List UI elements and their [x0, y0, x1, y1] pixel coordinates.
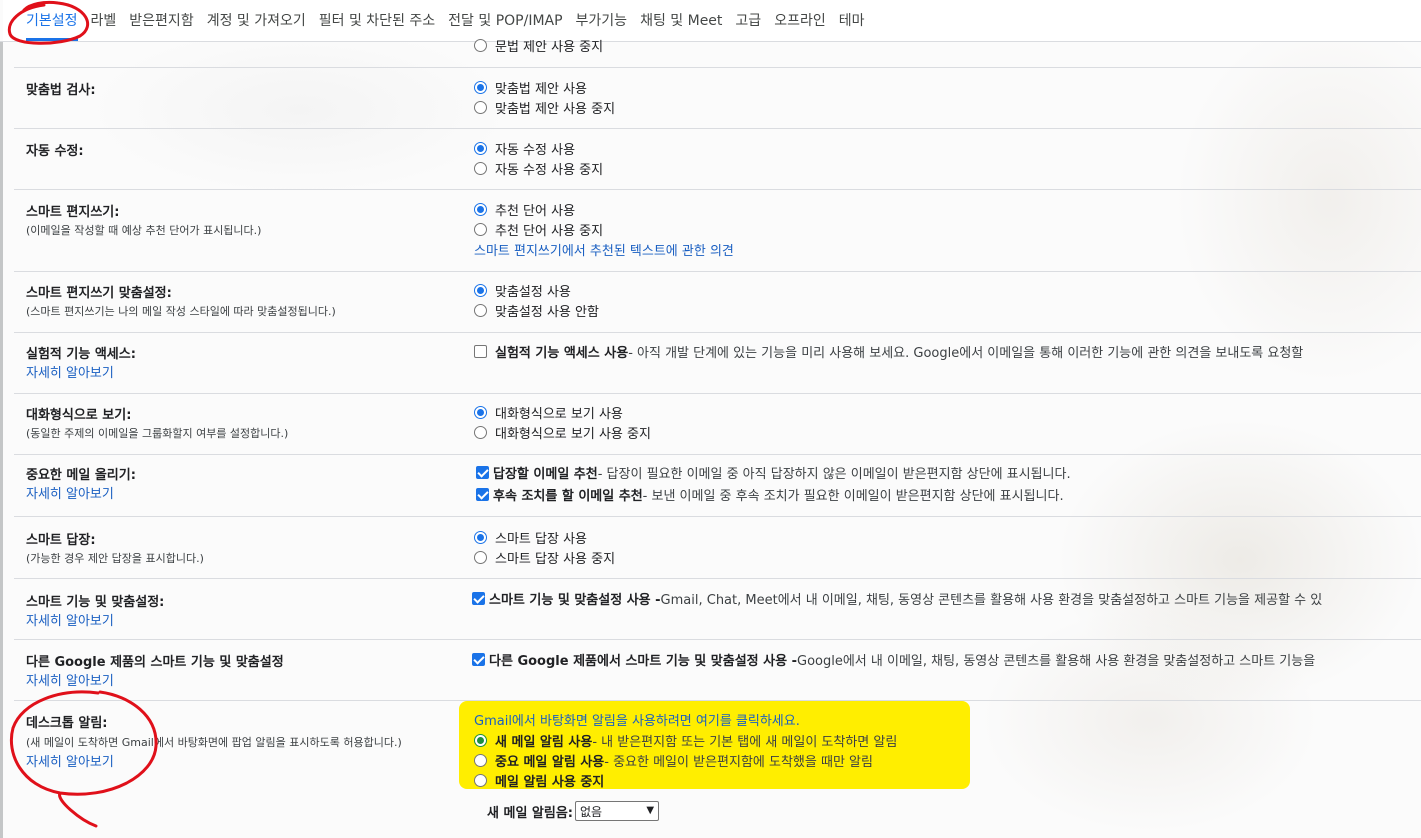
autocorrect-row: 자동 수정: 자동 수정 사용 자동 수정 사용 중지: [14, 129, 1421, 190]
radio-button[interactable]: [474, 222, 487, 236]
smart-features-option[interactable]: 스마트 기능 및 맞춤설정 사용 - Gmail, Chat, Meet에서 내…: [472, 589, 1322, 608]
smart-compose-feedback-link[interactable]: 스마트 편지쓰기에서 추천된 텍스트에 관한 의견: [474, 240, 734, 259]
other-products-row: 다른 Google 제품의 스마트 기능 및 맞춤설정 자세히 알아보기 다른 …: [14, 640, 1421, 701]
radio-button[interactable]: [474, 283, 487, 297]
tab-accounts[interactable]: 계정 및 가져오기: [207, 0, 306, 41]
smart-compose-row: 스마트 편지쓰기: (이메일을 작성할 때 예상 추천 단어가 표시됩니다.) …: [14, 190, 1421, 272]
conversation-view-row: 대화형식으로 보기: (동일한 주제의 이메일을 그룹화할지 여부를 설정합니다…: [14, 394, 1421, 455]
personalization-description: (스마트 편지쓰기는 나의 메일 작성 스타일에 따라 맞춤설정됩니다.): [26, 305, 336, 318]
checkbox[interactable]: [476, 487, 489, 501]
spelling-off-option[interactable]: 맞춤법 제안 사용 중지: [474, 98, 615, 117]
tab-offline[interactable]: 오프라인: [774, 0, 826, 41]
autocorrect-on-option[interactable]: 자동 수정 사용: [474, 139, 575, 158]
conversation-on-option[interactable]: 대화형식으로 보기 사용: [474, 403, 623, 422]
important-mail-notification-option[interactable]: 중요 메일 알림 사용 - 중요한 메일이 받은편지함에 도착했을 때만 알림: [474, 751, 873, 770]
smart-reply-off-option[interactable]: 스마트 답장 사용 중지: [474, 548, 615, 567]
spelling-row: 맞춤법 검사: 맞춤법 제안 사용 맞춤법 제안 사용 중지: [14, 68, 1421, 129]
reply-nudge-option[interactable]: 답장할 이메일 추천 - 답장이 필요한 이메일 중 아직 답장하지 않은 이메…: [476, 463, 1071, 482]
radio-button[interactable]: [474, 753, 487, 767]
smart-reply-row: 스마트 답장: (가능한 경우 제안 답장을 표시합니다.) 스마트 답장 사용…: [14, 517, 1421, 579]
personalization-on-option[interactable]: 맞춤설정 사용: [474, 281, 571, 300]
desktop-notifications-row: 데스크톱 알림: (새 메일이 도착하면 Gmail에서 바탕화면에 팝업 알림…: [14, 701, 1421, 838]
enable-desktop-notifications-link[interactable]: Gmail에서 바탕화면 알림을 사용하려면 여기를 클릭하세요.: [474, 710, 800, 729]
radio-button[interactable]: [474, 141, 487, 155]
smart-reply-label: 스마트 답장:: [26, 533, 96, 548]
autocorrect-off-option[interactable]: 자동 수정 사용 중지: [474, 159, 603, 178]
radio-button[interactable]: [474, 733, 487, 747]
radio-button[interactable]: [474, 100, 487, 114]
experimental-row: 실험적 기능 액세스: 자세히 알아보기 실험적 기능 액세스 사용 - 아직 …: [14, 333, 1421, 394]
notification-sound-select[interactable]: 없음 ▼: [575, 801, 660, 821]
checkbox[interactable]: [474, 344, 487, 358]
spelling-label: 맞춤법 검사:: [26, 83, 96, 98]
other-products-learn-more-link[interactable]: 자세히 알아보기: [26, 670, 114, 689]
smart-compose-description: (이메일을 작성할 때 예상 추천 단어가 표시됩니다.): [26, 224, 262, 237]
radio-button[interactable]: [474, 425, 487, 439]
smart-reply-on-option[interactable]: 스마트 답장 사용: [474, 528, 587, 547]
radio-button[interactable]: [474, 405, 487, 419]
experimental-label: 실험적 기능 액세스:: [26, 347, 136, 362]
radio-button[interactable]: [474, 550, 487, 564]
conversation-label: 대화형식으로 보기:: [26, 408, 132, 423]
spelling-on-option[interactable]: 맞춤법 제안 사용: [474, 78, 587, 97]
settings-content: 문법 제안 사용 중지 맞춤법 검사: 맞춤법 제안 사용 맞춤법 제안 사용 …: [0, 38, 1421, 838]
new-mail-notification-option[interactable]: 새 메일 알림 사용 - 내 받은편지함 또는 기본 탭에 새 메일이 도착하면…: [474, 731, 897, 750]
grammar-off-option[interactable]: 문법 제안 사용 중지: [474, 36, 603, 55]
other-products-option[interactable]: 다른 Google 제품에서 스마트 기능 및 맞춤설정 사용 - Google…: [472, 650, 1315, 669]
radio-button[interactable]: [474, 202, 487, 216]
personalization-label: 스마트 편지쓰기 맞춤설정:: [26, 286, 172, 301]
smart-features-learn-more-link[interactable]: 자세히 알아보기: [26, 610, 114, 629]
smart-compose-personalization-row: 스마트 편지쓰기 맞춤설정: (스마트 편지쓰기는 나의 메일 작성 스타일에 …: [14, 272, 1421, 333]
experimental-learn-more-link[interactable]: 자세히 알아보기: [26, 362, 114, 381]
personalization-off-option[interactable]: 맞춤설정 사용 안함: [474, 301, 599, 320]
nudges-learn-more-link[interactable]: 자세히 알아보기: [26, 483, 114, 502]
chevron-down-icon: ▼: [646, 805, 655, 816]
notification-sound-label: 새 메일 알림음:: [487, 805, 574, 821]
nudges-label: 중요한 메일 올리기:: [26, 468, 136, 483]
desktop-learn-more-link[interactable]: 자세히 알아보기: [26, 751, 114, 770]
other-products-label: 다른 Google 제품의 스마트 기능 및 맞춤설정: [26, 655, 284, 670]
smart-compose-on-option[interactable]: 추천 단어 사용: [474, 200, 575, 219]
checkbox[interactable]: [472, 591, 485, 605]
autocorrect-label: 자동 수정:: [26, 144, 84, 159]
checkbox[interactable]: [472, 652, 485, 666]
radio-button[interactable]: [474, 530, 487, 544]
tab-general[interactable]: 기본설정: [26, 0, 78, 41]
radio-button[interactable]: [474, 773, 487, 787]
experimental-option[interactable]: 실험적 기능 액세스 사용 - 아직 개발 단계에 있는 기능을 미리 사용해 …: [474, 342, 1303, 361]
settings-tabs: 기본설정 라벨 받은편지함 계정 및 가져오기 필터 및 차단된 주소 전달 및…: [0, 0, 1421, 42]
smart-compose-label: 스마트 편지쓰기:: [26, 205, 120, 220]
notification-sound-setting: 새 메일 알림음: 없음 ▼: [487, 801, 660, 821]
radio-button[interactable]: [474, 38, 487, 52]
radio-button[interactable]: [474, 80, 487, 94]
radio-button[interactable]: [474, 161, 487, 175]
tab-chat-meet[interactable]: 채팅 및 Meet: [640, 0, 722, 41]
followup-nudge-option[interactable]: 후속 조치를 할 이메일 추천 - 보낸 이메일 중 후속 조치가 필요한 이메…: [476, 485, 1064, 504]
conversation-description: (동일한 주제의 이메일을 그룹화할지 여부를 설정합니다.): [26, 427, 289, 440]
desktop-notifications-description: (새 메일이 도착하면 Gmail에서 바탕화면에 팝업 알림을 표시하도록 허…: [26, 736, 402, 749]
tab-filters[interactable]: 필터 및 차단된 주소: [319, 0, 435, 41]
smart-reply-description: (가능한 경우 제안 답장을 표시합니다.): [26, 552, 204, 565]
tab-inbox[interactable]: 받은편지함: [129, 0, 193, 41]
conversation-off-option[interactable]: 대화형식으로 보기 사용 중지: [474, 423, 651, 442]
tab-themes[interactable]: 테마: [839, 0, 865, 41]
grammar-row-partial: 문법 제안 사용 중지: [14, 38, 1421, 68]
desktop-notifications-label: 데스크톱 알림:: [26, 716, 108, 731]
checkbox[interactable]: [476, 465, 489, 479]
notifications-off-option[interactable]: 메일 알림 사용 중지: [474, 771, 604, 790]
smart-features-label: 스마트 기능 및 맞춤설정:: [26, 595, 165, 610]
smart-features-row: 스마트 기능 및 맞춤설정: 자세히 알아보기 스마트 기능 및 맞춤설정 사용…: [14, 579, 1421, 640]
radio-button[interactable]: [474, 303, 487, 317]
tab-advanced[interactable]: 고급: [735, 0, 761, 41]
nudges-row: 중요한 메일 올리기: 자세히 알아보기 답장할 이메일 추천 - 답장이 필요…: [14, 455, 1421, 517]
smart-compose-off-option[interactable]: 추천 단어 사용 중지: [474, 220, 603, 239]
tab-labels[interactable]: 라벨: [91, 0, 117, 41]
